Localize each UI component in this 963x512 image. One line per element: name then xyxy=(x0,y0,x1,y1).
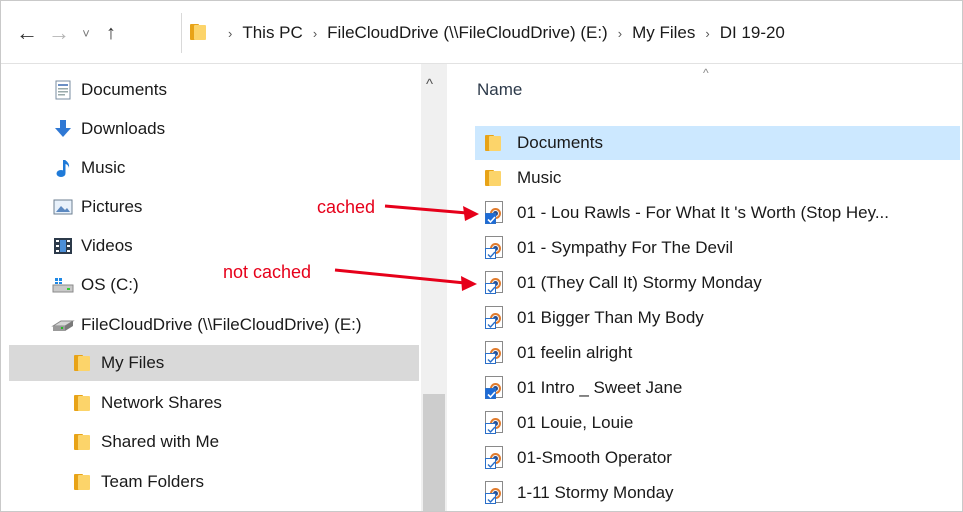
file-explorer-window: ← → ˅ ↑ › This PC › FileCloudDrive (\\Fi… xyxy=(0,0,963,512)
scroll-thumb[interactable] xyxy=(423,394,445,511)
uncached-audio-file-icon xyxy=(485,306,507,330)
address-bar[interactable]: › This PC › FileCloudDrive (\\FileCloudD… xyxy=(181,13,962,53)
pictures-icon xyxy=(51,196,75,218)
recent-locations-button[interactable]: ˅ xyxy=(77,19,95,47)
annotation-not-cached-arrow xyxy=(334,268,477,291)
nav-item-videos[interactable]: Videos xyxy=(51,228,421,264)
nav-item-music[interactable]: Music xyxy=(51,150,421,186)
back-arrow-icon: ← xyxy=(16,20,38,45)
file-row-audio[interactable]: 01 Intro _ Sweet Jane xyxy=(477,371,962,405)
uncached-audio-file-icon xyxy=(485,446,507,470)
nav-item-documents[interactable]: Documents xyxy=(51,72,421,108)
nav-item-team-folders[interactable]: Team Folders xyxy=(71,464,421,500)
back-button[interactable]: ← xyxy=(13,19,41,47)
file-name: 01 (They Call It) Stormy Monday xyxy=(517,273,762,292)
folder-icon xyxy=(190,24,210,42)
network-drive-icon xyxy=(51,314,75,336)
up-button[interactable]: ↑ xyxy=(97,19,125,47)
forward-button[interactable]: → xyxy=(45,19,73,47)
folder-icon xyxy=(71,431,95,453)
chevron-down-icon: ˅ xyxy=(82,25,90,41)
videos-icon xyxy=(51,235,75,257)
uncached-audio-file-icon xyxy=(485,236,507,260)
nav-item-shared-with-me[interactable]: Shared with Me xyxy=(71,424,421,460)
file-name: 01 Intro _ Sweet Jane xyxy=(517,378,683,397)
file-name: Documents xyxy=(517,133,603,152)
forward-arrow-icon: → xyxy=(48,20,70,45)
nav-item-label: My Files xyxy=(101,353,165,372)
nav-item-label: Pictures xyxy=(81,197,143,216)
documents-icon xyxy=(51,79,75,101)
file-list-pane: ^ Name Documents Music 01 - Lou Rawls - … xyxy=(449,64,962,511)
file-name: 01 - Lou Rawls - For What It 's Worth (S… xyxy=(517,203,890,222)
nav-item-label: OS (C:) xyxy=(81,275,139,294)
file-row-audio[interactable]: 1-11 Stormy Monday xyxy=(477,476,962,510)
file-row-audio[interactable]: 01 - Lou Rawls - For What It 's Worth (S… xyxy=(477,196,962,230)
cached-audio-file-icon xyxy=(485,201,507,225)
sort-ascending-icon: ^ xyxy=(703,66,709,80)
breadcrumb-current-folder[interactable]: DI 19-20 xyxy=(720,23,785,43)
file-row-music[interactable]: Music xyxy=(477,161,962,195)
nav-item-downloads[interactable]: Downloads xyxy=(51,111,421,147)
breadcrumb-filecloud-drive[interactable]: FileCloudDrive (\\FileCloudDrive) (E:) xyxy=(327,23,608,43)
breadcrumb-this-pc[interactable]: This PC xyxy=(242,23,302,43)
file-row-audio[interactable]: 01 feelin alright xyxy=(477,336,962,370)
file-name: 01 feelin alright xyxy=(517,343,633,362)
file-row-audio[interactable]: 01 - Sympathy For The Devil xyxy=(477,231,962,265)
breadcrumb-separator[interactable]: › xyxy=(705,26,709,41)
breadcrumb-separator[interactable]: › xyxy=(313,26,317,41)
folder-icon xyxy=(485,131,507,155)
nav-item-label: Shared with Me xyxy=(101,432,220,451)
file-name: Music xyxy=(517,168,562,187)
nav-item-label: Music xyxy=(81,158,126,177)
uncached-audio-file-icon xyxy=(485,341,507,365)
nav-item-filecloud-drive[interactable]: FileCloudDrive (\\FileCloudDrive) (E:) xyxy=(51,307,421,343)
nav-item-label: Downloads xyxy=(81,119,166,138)
nav-item-label: Network Shares xyxy=(101,393,222,412)
nav-item-label: FileCloudDrive (\\FileCloudDrive) (E:) xyxy=(81,315,362,334)
up-arrow-icon: ↑ xyxy=(106,22,116,44)
file-name: 01 - Sympathy For The Devil xyxy=(517,238,734,257)
download-arrow-icon xyxy=(51,118,75,140)
folder-icon xyxy=(71,392,95,414)
breadcrumb-separator[interactable]: › xyxy=(618,26,622,41)
nav-item-label: Team Folders xyxy=(101,472,204,491)
annotation-not-cached-label: not cached xyxy=(223,262,312,282)
file-row-audio[interactable]: 01 Bigger Than My Body xyxy=(477,301,962,335)
music-note-icon xyxy=(51,157,75,179)
scroll-up-icon[interactable]: ^ xyxy=(426,76,433,93)
file-row-audio[interactable]: 01 (They Call It) Stormy Monday xyxy=(477,266,962,300)
file-name: 01 Bigger Than My Body xyxy=(517,308,704,327)
column-header-name[interactable]: Name xyxy=(477,80,522,100)
uncached-audio-file-icon xyxy=(485,411,507,435)
file-row-audio[interactable]: 01-Smooth Operator xyxy=(477,441,962,475)
folder-icon xyxy=(71,471,95,493)
file-name: 01 Louie, Louie xyxy=(517,413,634,432)
nav-item-label: Videos xyxy=(81,236,133,255)
file-row-documents[interactable]: Documents xyxy=(475,126,960,160)
breadcrumb-my-files[interactable]: My Files xyxy=(632,23,695,43)
file-name: 01-Smooth Operator xyxy=(517,448,672,467)
nav-item-my-files[interactable]: My Files xyxy=(9,345,419,381)
annotation-cached-arrow xyxy=(384,204,479,221)
folder-icon xyxy=(485,166,507,190)
uncached-audio-file-icon xyxy=(485,481,507,505)
os-drive-icon xyxy=(51,274,75,296)
cached-audio-file-icon xyxy=(485,376,507,400)
nav-item-label: Documents xyxy=(81,80,167,99)
breadcrumb: › This PC › FileCloudDrive (\\FileCloudD… xyxy=(218,23,785,43)
uncached-audio-file-icon xyxy=(485,271,507,295)
annotation-cached-label: cached xyxy=(317,197,376,217)
address-toolbar: ← → ˅ ↑ › This PC › FileCloudDrive (\\Fi… xyxy=(1,1,962,64)
breadcrumb-separator[interactable]: › xyxy=(228,26,232,41)
file-row-audio[interactable]: 01 Louie, Louie xyxy=(477,406,962,440)
file-name: 1-11 Stormy Monday xyxy=(517,483,674,502)
nav-item-network-shares[interactable]: Network Shares xyxy=(71,385,421,421)
folder-icon xyxy=(71,352,95,374)
